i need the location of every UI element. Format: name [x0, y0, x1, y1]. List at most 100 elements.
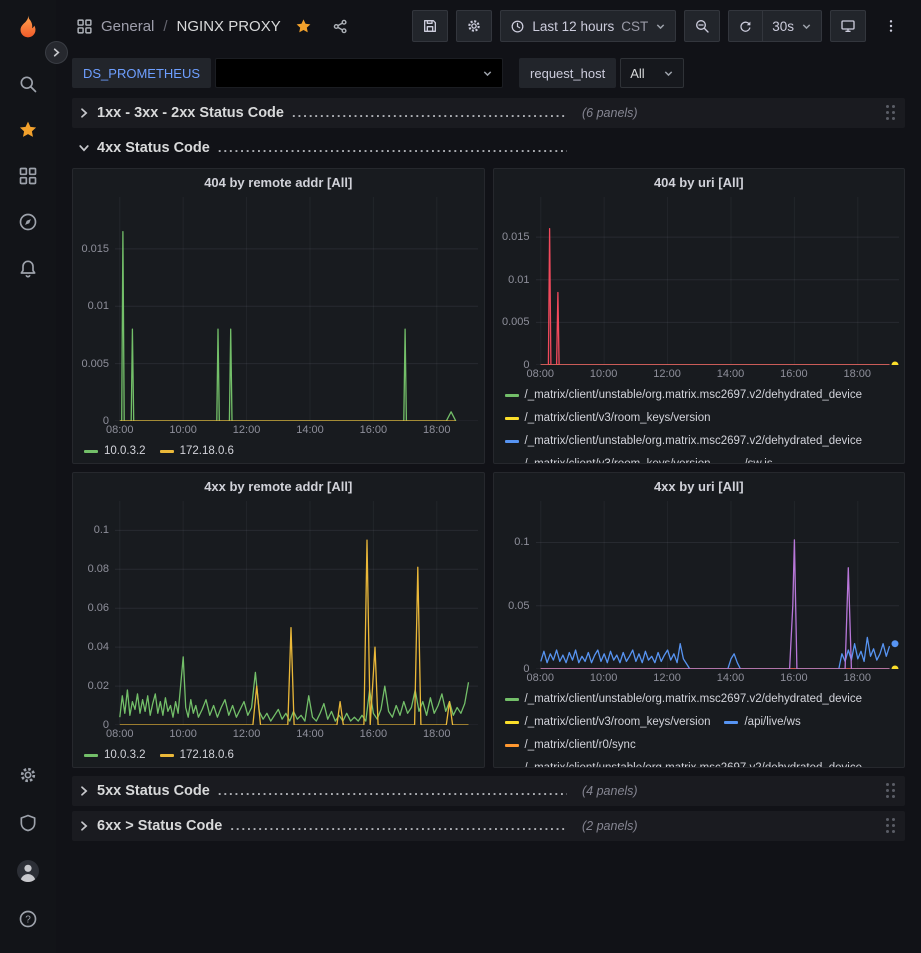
chevron-right-icon	[78, 107, 90, 119]
y-axis-label: 0.1	[94, 523, 109, 537]
row-title-group: 1xx - 3xx - 2xx Status Code ............…	[97, 105, 567, 121]
x-axis-label: 08:00	[520, 672, 560, 684]
sidebar-expand-button[interactable]	[45, 41, 68, 64]
time-range-picker[interactable]: Last 12 hours CST	[500, 10, 676, 42]
chevron-right-icon	[78, 820, 90, 832]
legend-swatch	[160, 754, 174, 757]
chevron-down-icon	[655, 21, 666, 32]
x-axis-label: 18:00	[417, 728, 457, 740]
legend-item[interactable]: 172.18.0.6	[160, 440, 234, 463]
x-axis-label: 12:00	[647, 672, 687, 684]
legend-item[interactable]: /_matrix/client/v3/room_keys/version	[505, 453, 711, 463]
request-host-variable-dropdown[interactable]: All	[620, 58, 683, 88]
legend-item[interactable]: /_matrix/client/unstable/org.matrix.msc2…	[505, 430, 863, 453]
plot-area[interactable]	[115, 197, 478, 421]
save-dashboard-button[interactable]	[412, 10, 448, 42]
configuration-gear-icon[interactable]	[6, 753, 50, 797]
row-title-group: 4xx Status Code ........................…	[97, 140, 567, 156]
refresh-button[interactable]	[728, 10, 763, 42]
cycle-view-mode-button[interactable]	[830, 10, 866, 42]
legend-swatch	[84, 450, 98, 453]
legend-item[interactable]: /_matrix/client/unstable/org.matrix.msc2…	[505, 688, 863, 711]
y-axis: 00.050.1	[496, 501, 536, 669]
legend-swatch	[505, 417, 519, 420]
share-icon[interactable]	[332, 18, 349, 35]
row-header-1xx-3xx-2xx[interactable]: 1xx - 3xx - 2xx Status Code ............…	[72, 98, 905, 128]
legend-item[interactable]: 172.18.0.6	[160, 744, 234, 767]
chevron-down-icon	[78, 142, 90, 154]
breadcrumb-dashboard-title[interactable]: NGINX PROXY	[177, 18, 281, 35]
panel-legend: 10.0.3.2 172.18.0.6	[73, 743, 484, 767]
request-host-variable-label: request_host	[519, 58, 616, 88]
legend-swatch	[505, 440, 519, 443]
drag-handle-icon[interactable]	[884, 781, 899, 802]
plot-area[interactable]	[536, 197, 899, 365]
search-icon[interactable]	[6, 62, 50, 106]
starred-dashboards-icon[interactable]	[6, 108, 50, 152]
panel-title[interactable]: 404 by uri [All]	[494, 169, 905, 197]
x-axis-label: 08:00	[520, 368, 560, 380]
panel-404-by-remote-addr: 404 by remote addr [All] 00.0050.010.015…	[72, 168, 485, 464]
row-header-5xx[interactable]: 5xx Status Code ........................…	[72, 776, 905, 806]
chart-canvas[interactable]	[536, 501, 899, 669]
kebab-menu-icon[interactable]	[874, 10, 907, 42]
favorite-star-icon[interactable]	[295, 18, 312, 35]
y-axis-label: 0.015	[502, 230, 530, 244]
top-navbar: General / NGINX PROXY Last 12 hours	[56, 0, 921, 52]
leader-dots: ........................................…	[218, 140, 567, 155]
chart-canvas[interactable]	[115, 501, 478, 725]
legend-item[interactable]: /_matrix/client/r0/sync	[505, 734, 636, 757]
svg-text:?: ?	[25, 915, 31, 926]
plot-area[interactable]	[115, 501, 478, 725]
legend-item[interactable]: 10.0.3.2	[84, 440, 146, 463]
server-admin-shield-icon[interactable]	[6, 801, 50, 845]
legend-item[interactable]: /_matrix/client/unstable/org.matrix.msc2…	[505, 757, 863, 767]
y-axis-label: 0.06	[88, 601, 109, 615]
drag-handle-icon[interactable]	[884, 103, 899, 124]
drag-handle-icon[interactable]	[884, 816, 899, 837]
y-axis-label: 0.01	[508, 273, 529, 287]
y-axis-label: 0.005	[81, 357, 109, 371]
chevron-down-icon	[663, 68, 674, 79]
legend-item[interactable]: /sw.js	[724, 453, 772, 463]
breadcrumb-folder[interactable]: General	[101, 18, 154, 35]
row-header-6xx[interactable]: 6xx > Status Code ......................…	[72, 811, 905, 841]
user-avatar[interactable]	[6, 849, 50, 893]
datasource-variable-label[interactable]: DS_PROMETHEUS	[72, 58, 211, 88]
zoom-out-button[interactable]	[684, 10, 720, 42]
x-axis-label: 16:00	[353, 728, 393, 740]
alerting-bell-icon[interactable]	[6, 246, 50, 290]
grafana-logo[interactable]	[8, 8, 48, 48]
legend-item[interactable]: /_matrix/client/v3/room_keys/version	[505, 407, 711, 430]
template-variables-row: DS_PROMETHEUS request_host All	[56, 52, 921, 96]
datasource-variable-dropdown[interactable]	[215, 58, 503, 88]
help-icon[interactable]: ?	[6, 897, 50, 941]
navbar-actions: Last 12 hours CST 30s	[412, 10, 907, 42]
legend-item[interactable]: 10.0.3.2	[84, 744, 146, 767]
legend-swatch	[160, 450, 174, 453]
legend-swatch	[505, 721, 519, 724]
panel-title[interactable]: 404 by remote addr [All]	[73, 169, 484, 197]
row-header-4xx[interactable]: 4xx Status Code ........................…	[72, 133, 905, 163]
legend-item[interactable]: /_matrix/client/unstable/org.matrix.msc2…	[505, 384, 863, 407]
legend-swatch	[505, 744, 519, 747]
explore-compass-icon[interactable]	[6, 200, 50, 244]
refresh-interval-dropdown[interactable]: 30s	[763, 10, 822, 42]
row-title: 1xx - 3xx - 2xx Status Code	[97, 105, 284, 121]
panel-title[interactable]: 4xx by uri [All]	[494, 473, 905, 501]
chart-canvas[interactable]	[536, 197, 899, 365]
time-range-label: Last 12 hours	[532, 19, 614, 34]
row-panel-count: (4 panels)	[582, 784, 638, 798]
legend-swatch	[724, 721, 738, 724]
plot-area[interactable]	[536, 501, 899, 669]
panel-title[interactable]: 4xx by remote addr [All]	[73, 473, 484, 501]
chevron-down-icon	[482, 68, 493, 79]
legend-item[interactable]: /api/live/ws	[724, 711, 800, 734]
panel-grid: 404 by remote addr [All] 00.0050.010.015…	[72, 168, 905, 768]
dashboards-icon[interactable]	[6, 154, 50, 198]
chart-canvas[interactable]	[115, 197, 478, 421]
dashboard-settings-button[interactable]	[456, 10, 492, 42]
panel-legend: 10.0.3.2 172.18.0.6	[73, 439, 484, 463]
sidebar-main-nav	[6, 60, 50, 292]
legend-item[interactable]: /_matrix/client/v3/room_keys/version	[505, 711, 711, 734]
